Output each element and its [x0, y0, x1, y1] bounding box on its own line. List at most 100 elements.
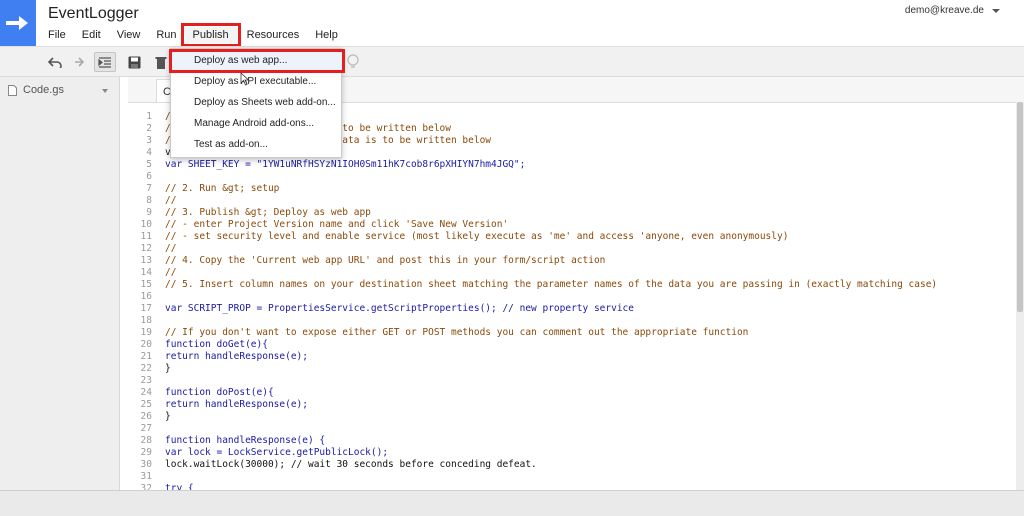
line-code: // If you don't want to expose either GE… — [165, 327, 749, 338]
editor-scrollbar[interactable] — [1016, 102, 1024, 490]
line-number: 30 — [140, 459, 152, 470]
line-code: var SCRIPT_PROP = PropertiesService.getS… — [165, 303, 634, 314]
line-code: // 2. Run &gt; setup — [165, 183, 280, 194]
menu-file[interactable]: File — [40, 27, 74, 43]
line-number: 15 — [140, 279, 152, 290]
code-line[interactable]: 31 — [128, 471, 1016, 483]
menu-item-deploy-sheets-addon[interactable]: Deploy as Sheets web add-on... — [171, 93, 343, 113]
menu-bar: File Edit View Run Publish Resources Hel… — [40, 23, 346, 47]
code-line[interactable]: 14 // — [128, 267, 1016, 279]
menu-item-test-as-addon[interactable]: Test as add-on... — [171, 135, 343, 155]
app-header: EventLogger demo@kreave.de File Edit Vie… — [0, 0, 1024, 47]
code-line[interactable]: 24 function doPost(e){ — [128, 387, 1016, 399]
redo-icon[interactable] — [66, 52, 88, 72]
line-number: 2 — [146, 123, 152, 134]
save-icon[interactable] — [123, 52, 145, 72]
line-code: // 3. Publish &gt; Deploy as web app — [165, 207, 371, 218]
line-number: 7 — [146, 183, 152, 194]
file-sidebar: Code.gs — [0, 77, 120, 490]
code-line[interactable]: 20 function doGet(e){ — [128, 339, 1016, 351]
code-line[interactable]: 18 — [128, 315, 1016, 327]
line-code: // — [165, 243, 177, 254]
code-line[interactable]: 29 var lock = LockService.getPublicLock()… — [128, 447, 1016, 459]
line-code: return handleResponse(e); — [165, 399, 308, 410]
line-code: // 5. Insert column names on your destin… — [165, 279, 938, 290]
bottom-bar — [0, 490, 1024, 516]
line-number: 16 — [140, 291, 152, 302]
line-code: // - enter Project Version name and clic… — [165, 219, 509, 230]
line-number: 25 — [140, 399, 152, 410]
menu-publish[interactable]: Publish — [180, 23, 241, 47]
line-number: 4 — [146, 147, 152, 158]
bulb-icon[interactable] — [342, 52, 364, 72]
code-line[interactable]: 16 — [128, 291, 1016, 303]
scrollbar-thumb[interactable] — [1017, 102, 1023, 312]
code-line[interactable]: 23 — [128, 375, 1016, 387]
line-number: 5 — [146, 159, 152, 170]
apps-script-logo[interactable] — [0, 0, 36, 46]
code-line[interactable]: 25 return handleResponse(e); — [128, 399, 1016, 411]
line-number: 27 — [140, 423, 152, 434]
line-number: 29 — [140, 447, 152, 458]
line-code: var SHEET_KEY = "1YW1uNRfHSYzN1IOH0Sm11h… — [165, 159, 526, 170]
line-number: 22 — [140, 363, 152, 374]
code-line[interactable]: 27 — [128, 423, 1016, 435]
line-number: 10 — [140, 219, 152, 230]
code-line[interactable]: 7 // 2. Run &gt; setup — [128, 183, 1016, 195]
menu-view[interactable]: View — [109, 27, 149, 43]
code-line[interactable]: 28 function handleResponse(e) { — [128, 435, 1016, 447]
menu-run[interactable]: Run — [148, 27, 180, 43]
code-line[interactable]: 22} — [128, 363, 1016, 375]
code-line[interactable]: 32 try { — [128, 483, 1016, 490]
code-lines: 1/2/ a is to be written below3/ here dat… — [128, 111, 1016, 490]
trash-icon[interactable] — [150, 52, 172, 72]
line-number: 1 — [146, 111, 152, 122]
menu-item-deploy-api-executable[interactable]: Deploy as API executable... — [171, 72, 343, 92]
project-title[interactable]: EventLogger — [48, 5, 139, 23]
code-line[interactable]: 17 var SCRIPT_PROP = PropertiesService.ge… — [128, 303, 1016, 315]
code-line[interactable]: 8 // — [128, 195, 1016, 207]
file-item-code-gs[interactable]: Code.gs — [0, 79, 120, 101]
code-line[interactable]: 11 // - set security level and enable ser… — [128, 231, 1016, 243]
indent-icon[interactable] — [94, 52, 116, 72]
line-number: 31 — [140, 471, 152, 482]
line-code: return handleResponse(e); — [165, 351, 308, 362]
undo-icon[interactable] — [44, 52, 66, 72]
line-number: 13 — [140, 255, 152, 266]
code-line[interactable]: 19 // If you don't want to expose either … — [128, 327, 1016, 339]
file-name: Code.gs — [23, 84, 64, 96]
account-caret-icon[interactable] — [992, 9, 1000, 13]
line-number: 32 — [140, 483, 152, 490]
menu-edit[interactable]: Edit — [74, 27, 109, 43]
line-code: try { — [165, 483, 194, 490]
code-line[interactable]: 13 // 4. Copy the 'Current web app URL' a… — [128, 255, 1016, 267]
publish-dropdown-menu: Deploy as web app... Deploy as API execu… — [169, 48, 345, 158]
line-number: 8 — [146, 195, 152, 206]
code-line[interactable]: 12 // — [128, 243, 1016, 255]
code-line[interactable]: 5 var SHEET_KEY = "1YW1uNRfHSYzN1IOH0Sm11… — [128, 159, 1016, 171]
line-code: } — [165, 411, 171, 422]
code-line[interactable]: 6 — [128, 171, 1016, 183]
file-icon — [8, 84, 17, 96]
menu-item-deploy-web-app[interactable]: Deploy as web app... — [169, 49, 345, 73]
line-code: // - set security level and enable servi… — [165, 231, 789, 242]
line-number: 26 — [140, 411, 152, 422]
arrow-right-icon — [6, 16, 28, 30]
code-line[interactable]: 21 return handleResponse(e); — [128, 351, 1016, 363]
code-line[interactable]: 26} — [128, 411, 1016, 423]
menu-help[interactable]: Help — [307, 27, 346, 43]
line-number: 23 — [140, 375, 152, 386]
line-number: 28 — [140, 435, 152, 446]
code-editor[interactable]: 1/2/ a is to be written below3/ here dat… — [128, 102, 1016, 490]
line-code: // — [165, 195, 177, 206]
menu-item-manage-android-addons[interactable]: Manage Android add-ons... — [171, 114, 343, 134]
code-line[interactable]: 30 lock.waitLock(30000); // wait 30 secon… — [128, 459, 1016, 471]
code-line[interactable]: 9 // 3. Publish &gt; Deploy as web app — [128, 207, 1016, 219]
line-number: 12 — [140, 243, 152, 254]
file-menu-caret-icon[interactable] — [102, 89, 108, 93]
code-line[interactable]: 10 // - enter Project Version name and cl… — [128, 219, 1016, 231]
menu-resources[interactable]: Resources — [239, 27, 308, 43]
line-number: 17 — [140, 303, 152, 314]
code-line[interactable]: 15 // 5. Insert column names on your dest… — [128, 279, 1016, 291]
user-email[interactable]: demo@kreave.de — [905, 5, 984, 16]
